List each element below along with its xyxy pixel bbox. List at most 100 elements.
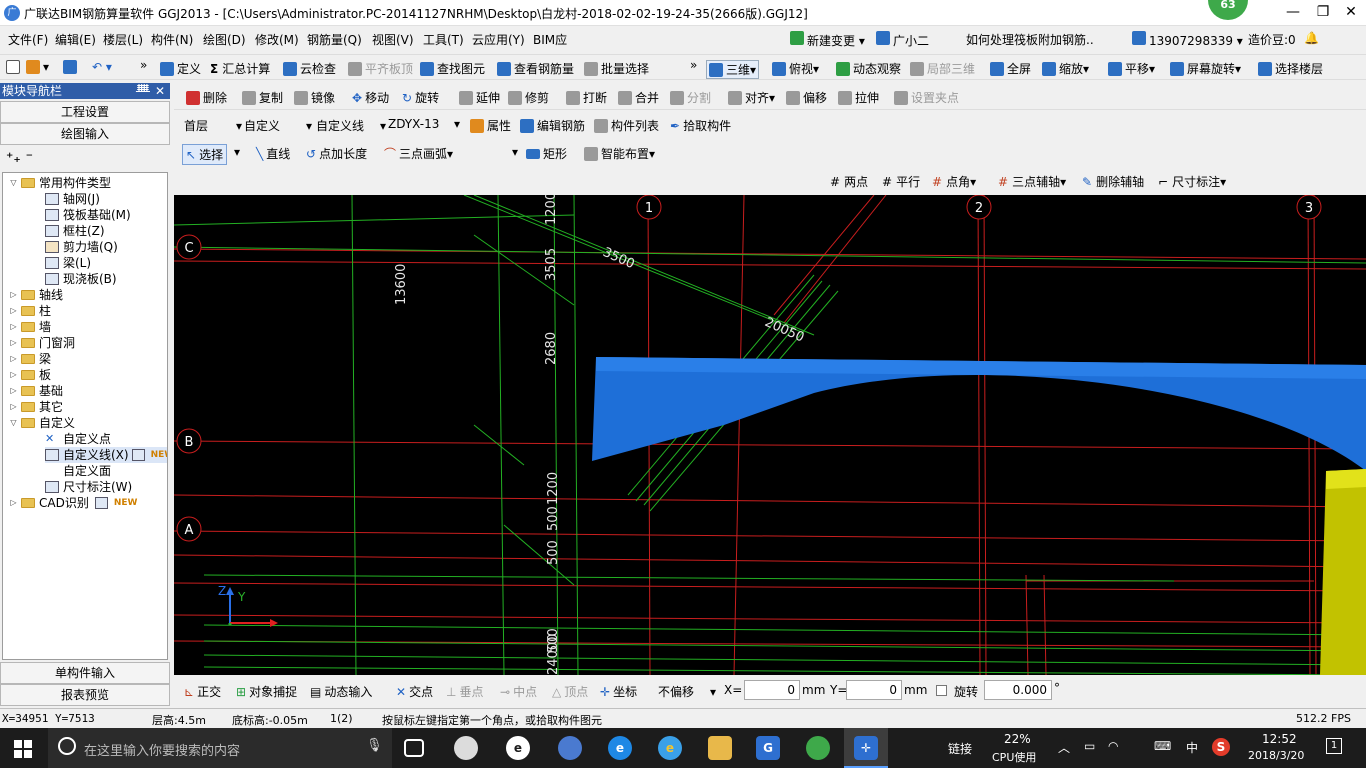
tree-group-other[interactable]: ▷ 其它 — [9, 399, 63, 415]
tree-group-wall[interactable]: ▷ 墙 — [9, 319, 51, 335]
pick-element-button[interactable]: ✒ 拾取构件 — [670, 117, 731, 134]
glodon-g-icon[interactable]: G — [756, 736, 780, 760]
define-button[interactable]: 定义 — [160, 60, 201, 77]
ie-icon[interactable]: e — [658, 736, 682, 760]
tree-group-custom[interactable]: ▽ 自定义 — [9, 415, 75, 431]
user-phone[interactable]: 13907298339 ▾ — [1132, 31, 1243, 48]
assistant-menu[interactable]: 广小二 — [876, 31, 929, 49]
cloud-check-button[interactable]: 云检查 — [283, 60, 336, 77]
rotate-input[interactable]: 0.000 — [984, 680, 1052, 700]
open-file-icon[interactable]: ▾ — [26, 60, 49, 74]
zoom-dropdown[interactable]: 缩放 ▾ — [1042, 60, 1089, 77]
tree-item-frame-column[interactable]: 框柱(Z) — [45, 223, 105, 239]
rect-button[interactable]: 矩形 — [526, 145, 567, 162]
menu-file[interactable]: 文件(F) — [8, 31, 48, 48]
batch-select-button[interactable]: 批量选择 — [584, 60, 649, 77]
save-icon[interactable] — [63, 60, 80, 74]
overflow-chevron-icon-2[interactable]: » — [690, 58, 697, 72]
yellow-wall-element[interactable] — [1320, 469, 1366, 675]
y-input[interactable]: 0 — [846, 680, 902, 700]
dynamic-view-button[interactable]: 动态观察 — [836, 60, 901, 77]
offset-button[interactable]: 偏移 — [786, 89, 827, 106]
smart-layout-dropdown[interactable]: 智能布置 ▾ — [584, 145, 655, 162]
type-select[interactable]: 自定义线 ▾ — [316, 117, 386, 134]
trim-button[interactable]: 修剪 — [508, 89, 549, 106]
tree-item-shear-wall[interactable]: 剪力墙(Q) — [45, 239, 118, 255]
fan-app-icon[interactable] — [454, 736, 478, 760]
tree-group-cad[interactable]: ▷ CAD识别 NEW — [9, 495, 137, 511]
menu-modify[interactable]: 修改(M) — [255, 31, 299, 48]
rotate-checkbox[interactable] — [936, 685, 947, 696]
network-icon[interactable]: ▭ — [1084, 739, 1095, 753]
edge-icon[interactable]: e — [608, 736, 632, 760]
edge-legacy-icon[interactable]: e — [506, 736, 530, 760]
midpoint-snap[interactable]: ⊸ 中点 — [500, 683, 537, 700]
properties-button[interactable]: 属性 — [470, 117, 511, 134]
floor-select[interactable]: 首层 ▾ — [184, 117, 242, 134]
edit-rebar-button[interactable]: 编辑钢筋 — [520, 117, 585, 134]
tree-group-column[interactable]: ▷ 柱 — [9, 303, 51, 319]
menu-edit[interactable]: 编辑(E) — [55, 31, 96, 48]
question-link[interactable]: 如何处理筏板附加钢筋.. — [966, 31, 1094, 48]
bell-icon[interactable]: 🔔 — [1304, 31, 1319, 45]
x-input[interactable]: 0 — [744, 680, 800, 700]
tree-item-slab[interactable]: 现浇板(B) — [45, 271, 117, 287]
cad-drawing[interactable]: C B A 1 2 3 13600 1200 3505 3500 2680 20… — [174, 195, 1366, 675]
mic-icon[interactable]: 🎙 — [366, 738, 383, 753]
action-center-icon[interactable]: 1 — [1326, 738, 1342, 754]
tree-item-dimension[interactable]: 尺寸标注(W) — [45, 479, 132, 495]
tree-group-foundation[interactable]: ▷ 基础 — [9, 383, 63, 399]
add-length-button[interactable]: ↺ 点加长度 — [306, 145, 367, 162]
delete-axis-button[interactable]: ✎ 删除辅轴 — [1082, 173, 1144, 190]
overflow-chevron-icon[interactable]: » — [140, 58, 147, 72]
perpendicular-snap[interactable]: ⊥ 垂点 — [446, 683, 483, 700]
menu-floor[interactable]: 楼层(L) — [103, 31, 143, 48]
single-input-button[interactable]: 单构件输入 — [0, 662, 170, 684]
minimize-button[interactable]: — — [1278, 2, 1308, 22]
extend-button[interactable]: 延伸 — [459, 89, 500, 106]
sogou-tray-icon[interactable]: S — [1212, 738, 1230, 756]
menu-cloud[interactable]: 云应用(Y) — [472, 31, 525, 48]
tree-group-slab[interactable]: ▷ 板 — [9, 367, 51, 383]
link-label[interactable]: 链接 — [948, 740, 972, 757]
name-select[interactable]: ZDYX-13 ▾ — [388, 117, 460, 131]
set-grip-button[interactable]: 设置夹点 — [894, 89, 959, 106]
clock-time[interactable]: 12:52 — [1262, 732, 1297, 746]
ime-tray[interactable]: 中 — [1186, 739, 1198, 756]
wifi-icon[interactable]: ◠ — [1108, 739, 1118, 753]
tree-common-types[interactable]: ▽ 常用构件类型 — [9, 175, 111, 191]
offset-mode-select[interactable]: 不偏移 ▾ — [658, 683, 716, 700]
parallel-button[interactable]: # 平行 — [882, 173, 920, 190]
new-change-menu[interactable]: 新建变更 ▾ — [790, 31, 865, 49]
align-dropdown[interactable]: 对齐 ▾ — [728, 89, 775, 106]
tree-group-beam[interactable]: ▷ 梁 — [9, 351, 51, 367]
new-file-icon[interactable] — [6, 60, 23, 74]
menu-rebar[interactable]: 钢筋量(Q) — [307, 31, 362, 48]
select-floor-button[interactable]: 选择楼层 — [1258, 60, 1323, 77]
move-button[interactable]: ✥ 移动 — [352, 89, 389, 106]
menu-draw[interactable]: 绘图(D) — [203, 31, 246, 48]
view-rebar-button[interactable]: 查看钢筋量 — [497, 60, 574, 77]
tree-group-axis[interactable]: ▷ 轴线 — [9, 287, 63, 303]
select-button[interactable]: ↖ 选择 — [182, 144, 228, 165]
report-preview-button[interactable]: 报表预览 — [0, 684, 170, 706]
coordinate-snap[interactable]: ✛ 坐标 — [600, 683, 637, 700]
screen-rotate-dropdown[interactable]: 屏幕旋转 ▾ — [1170, 60, 1241, 77]
fullscreen-button[interactable]: 全屏 — [990, 60, 1031, 77]
rotate-button[interactable]: ↻ 旋转 — [402, 89, 439, 106]
three-d-dropdown[interactable]: 三维 ▾ — [706, 60, 760, 79]
line-button[interactable]: ╲ 直线 — [256, 145, 290, 162]
tree-item-axis-grid[interactable]: 轴网(J) — [45, 191, 100, 207]
pan-dropdown[interactable]: 平移 ▾ — [1108, 60, 1155, 77]
clock-date[interactable]: 2018/3/20 — [1248, 749, 1304, 762]
tree-item-custom-point[interactable]: ✕ 自定义点 — [45, 431, 111, 447]
chevron-up-icon[interactable]: ︿ — [1058, 739, 1070, 756]
vertex-snap[interactable]: △ 顶点 — [552, 683, 588, 700]
find-element-button[interactable]: 查找图元 — [420, 60, 485, 77]
tree-item-beam[interactable]: 梁(L) — [45, 255, 91, 271]
local-3d-button[interactable]: 局部三维 — [910, 60, 975, 77]
restore-button[interactable]: ❐ — [1308, 2, 1338, 22]
browser-app-icon[interactable] — [558, 736, 582, 760]
dimension-dropdown[interactable]: ⌐ 尺寸标注 ▾ — [1158, 173, 1226, 190]
pin-icon[interactable]: ᚙ — [136, 83, 150, 99]
